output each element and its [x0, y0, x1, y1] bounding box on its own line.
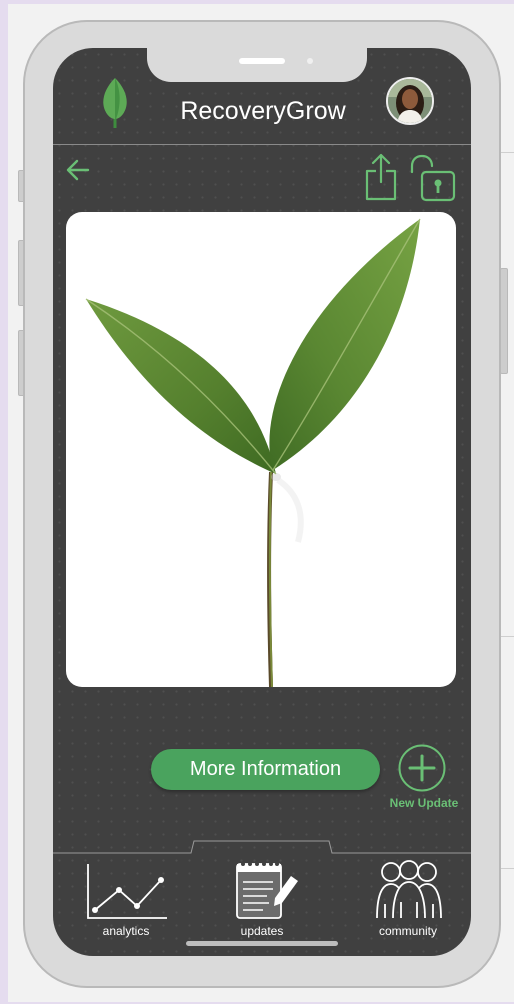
share-icon[interactable]	[364, 152, 398, 202]
app-screen: RecoveryGrow More Information New Update…	[53, 48, 471, 956]
leaf-logo-icon	[103, 78, 127, 128]
nav-item-updates[interactable]: updates	[227, 858, 298, 938]
front-camera	[307, 58, 313, 64]
nav-item-analytics[interactable]: analytics	[81, 858, 171, 938]
sprout-illustration	[85, 218, 421, 687]
more-information-button[interactable]: More Information	[151, 749, 380, 790]
nav-label-community: community	[378, 924, 437, 938]
people-group-icon	[376, 860, 442, 919]
phone-notch	[147, 48, 367, 82]
nav-item-community[interactable]: community	[363, 858, 453, 938]
user-avatar[interactable]	[386, 77, 434, 125]
avatar-image	[388, 79, 432, 123]
app-title: RecoveryGrow	[180, 97, 346, 125]
new-update-plus-icon[interactable]	[398, 744, 446, 792]
plant-sprout-photo	[66, 212, 456, 687]
nav-label-updates: updates	[240, 924, 284, 938]
home-indicator[interactable]	[186, 941, 338, 946]
arrow-left-icon[interactable]	[65, 158, 91, 182]
analytics-chart-icon	[87, 864, 167, 919]
unlock-icon[interactable]	[408, 154, 458, 202]
speaker-grille	[239, 58, 285, 64]
nav-label-analytics: analytics	[102, 924, 150, 938]
new-update-label[interactable]: New Update	[383, 796, 465, 810]
header-divider	[53, 144, 471, 145]
notepad-pen-icon	[236, 862, 298, 919]
bottom-nav-divider	[53, 840, 471, 854]
phone-power-button	[500, 268, 508, 374]
